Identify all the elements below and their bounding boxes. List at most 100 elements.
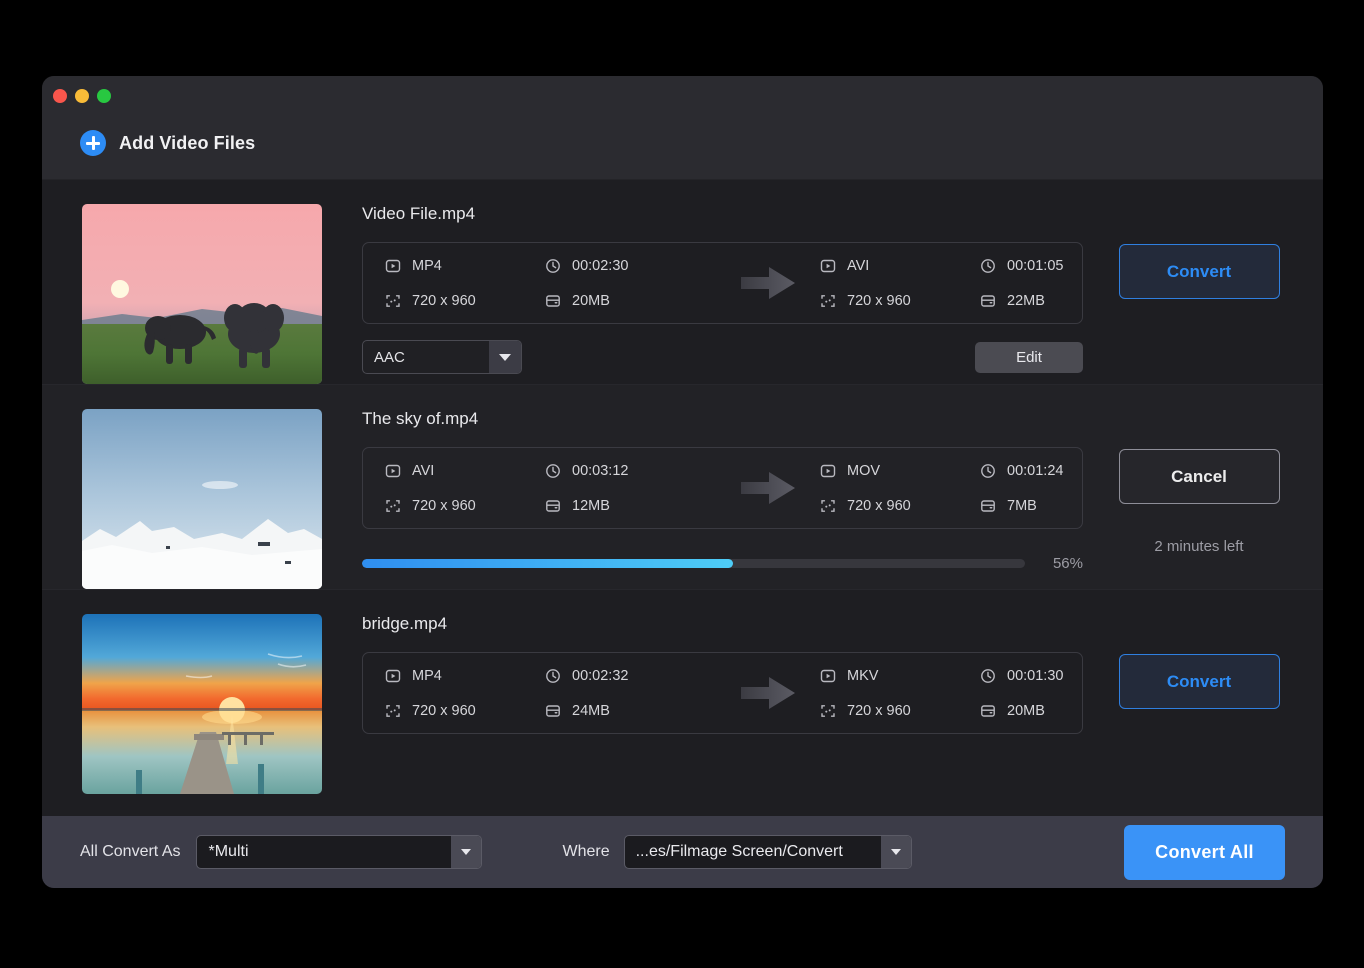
target-resolution: 720 x 960 xyxy=(820,498,980,514)
source-resolution: 720 x 960 xyxy=(385,293,545,309)
progress-percent-label: 56% xyxy=(1052,555,1083,572)
video-thumbnail xyxy=(82,614,322,794)
target-info: AVI 00:01:05 720 x 960 22MB xyxy=(820,258,1150,309)
target-size: 7MB xyxy=(980,498,1150,514)
resolution-icon xyxy=(386,704,400,717)
arrow-right-icon xyxy=(740,472,795,504)
clock-icon xyxy=(981,668,995,683)
conversion-info-card: MP4 00:02:30 720 x 960 20MB AVI 00:01:05… xyxy=(362,242,1083,324)
source-size: 12MB xyxy=(545,498,715,514)
edit-button[interactable]: Edit xyxy=(975,341,1083,373)
where-value: ...es/Filmage Screen/Convert xyxy=(635,843,843,860)
target-size-label: 22MB xyxy=(1007,292,1045,309)
file-row: Video File.mp4 MP4 00:02:30 720 x 960 20… xyxy=(42,180,1323,384)
conversion-info-card: AVI 00:03:12 720 x 960 12MB MOV 00:01:24… xyxy=(362,447,1083,529)
target-format: MKV xyxy=(820,668,980,684)
file-list: Video File.mp4 MP4 00:02:30 720 x 960 20… xyxy=(42,180,1323,816)
file-size-icon xyxy=(546,704,560,717)
conversion-progress: 56% xyxy=(362,555,1083,572)
source-size: 20MB xyxy=(545,293,715,309)
target-duration: 00:01:30 xyxy=(980,668,1150,684)
chevron-down-icon[interactable] xyxy=(489,341,521,373)
conversion-info-card: MP4 00:02:32 720 x 960 24MB MKV 00:01:30… xyxy=(362,652,1083,734)
source-resolution: 720 x 960 xyxy=(385,498,545,514)
where-label: Where xyxy=(562,843,610,860)
video-format-icon xyxy=(820,464,836,477)
source-size-label: 20MB xyxy=(572,292,610,309)
target-format: AVI xyxy=(820,258,980,274)
file-details: The sky of.mp4 AVI 00:03:12 720 x 960 12… xyxy=(322,409,1083,589)
source-info: AVI 00:03:12 720 x 960 12MB xyxy=(385,463,715,514)
video-format-icon xyxy=(385,464,401,477)
audio-codec-select[interactable]: AAC xyxy=(362,340,522,374)
source-duration: 00:02:30 xyxy=(545,258,715,274)
clock-icon xyxy=(546,258,560,273)
conversion-arrow xyxy=(715,469,820,507)
target-duration: 00:01:05 xyxy=(980,258,1150,274)
source-format-label: MP4 xyxy=(412,257,442,274)
chevron-down-icon[interactable] xyxy=(451,836,482,868)
progress-track xyxy=(362,559,1025,568)
file-size-icon xyxy=(981,704,995,717)
video-thumbnail xyxy=(82,204,322,384)
target-duration-label: 00:01:30 xyxy=(1007,667,1064,684)
where-select[interactable]: ...es/Filmage Screen/Convert xyxy=(623,835,912,869)
file-name: The sky of.mp4 xyxy=(362,409,479,428)
target-size-label: 20MB xyxy=(1007,702,1045,719)
target-format-label: MKV xyxy=(847,667,879,684)
add-video-files-label: Add Video Files xyxy=(119,132,256,153)
target-size-label: 7MB xyxy=(1007,497,1037,514)
clock-icon xyxy=(546,463,560,478)
minimize-window-icon[interactable] xyxy=(75,89,89,103)
target-resolution-label: 720 x 960 xyxy=(847,292,911,309)
all-convert-as-select[interactable]: *Multi xyxy=(196,835,483,869)
conversion-arrow xyxy=(715,674,820,712)
close-window-icon[interactable] xyxy=(53,89,67,103)
audio-codec-value: AAC xyxy=(374,348,405,366)
titlebar: Add Video Files xyxy=(42,76,1323,180)
add-video-files-button[interactable]: Add Video Files xyxy=(80,130,255,156)
source-size-label: 12MB xyxy=(572,497,610,514)
source-size-label: 24MB xyxy=(572,702,610,719)
conversion-arrow xyxy=(715,264,820,302)
time-remaining-label: 2 minutes left xyxy=(1154,538,1244,555)
source-resolution-label: 720 x 960 xyxy=(412,702,476,719)
source-duration-label: 00:02:32 xyxy=(572,667,629,684)
bottom-bar: All Convert As *Multi Where ...es/Filmag… xyxy=(42,816,1323,888)
target-resolution: 720 x 960 xyxy=(820,293,980,309)
all-convert-as-label: All Convert As xyxy=(80,843,181,860)
target-info: MKV 00:01:30 720 x 960 20MB xyxy=(820,668,1150,719)
target-resolution: 720 x 960 xyxy=(820,703,980,719)
resolution-icon xyxy=(386,499,400,512)
video-format-icon xyxy=(820,259,836,272)
resolution-icon xyxy=(821,499,835,512)
source-duration: 00:03:12 xyxy=(545,463,715,479)
pier-sunset-thumbnail xyxy=(82,614,322,794)
source-format: MP4 xyxy=(385,668,545,684)
chevron-down-icon[interactable] xyxy=(880,836,911,868)
file-row: bridge.mp4 MP4 00:02:32 720 x 960 24MB M… xyxy=(42,589,1323,794)
snow-mountains-thumbnail xyxy=(82,409,322,589)
source-size: 24MB xyxy=(545,703,715,719)
file-size-icon xyxy=(546,499,560,512)
source-duration-label: 00:02:30 xyxy=(572,257,629,274)
source-resolution: 720 x 960 xyxy=(385,703,545,719)
file-details: bridge.mp4 MP4 00:02:32 720 x 960 24MB M… xyxy=(322,614,1083,794)
target-duration-label: 00:01:05 xyxy=(1007,257,1064,274)
file-size-icon xyxy=(546,294,560,307)
clock-icon xyxy=(546,668,560,683)
file-row: The sky of.mp4 AVI 00:03:12 720 x 960 12… xyxy=(42,384,1323,589)
video-format-icon xyxy=(385,669,401,682)
source-info: MP4 00:02:32 720 x 960 24MB xyxy=(385,668,715,719)
target-info: MOV 00:01:24 720 x 960 7MB xyxy=(820,463,1150,514)
convert-all-button[interactable]: Convert All xyxy=(1124,824,1285,880)
target-resolution-label: 720 x 960 xyxy=(847,497,911,514)
source-resolution-label: 720 x 960 xyxy=(412,497,476,514)
file-name: bridge.mp4 xyxy=(362,614,448,633)
video-format-icon xyxy=(820,669,836,682)
arrow-right-icon xyxy=(740,677,795,709)
target-resolution-label: 720 x 960 xyxy=(847,702,911,719)
source-format-label: AVI xyxy=(412,462,435,479)
video-thumbnail xyxy=(82,409,322,589)
maximize-window-icon[interactable] xyxy=(97,89,111,103)
